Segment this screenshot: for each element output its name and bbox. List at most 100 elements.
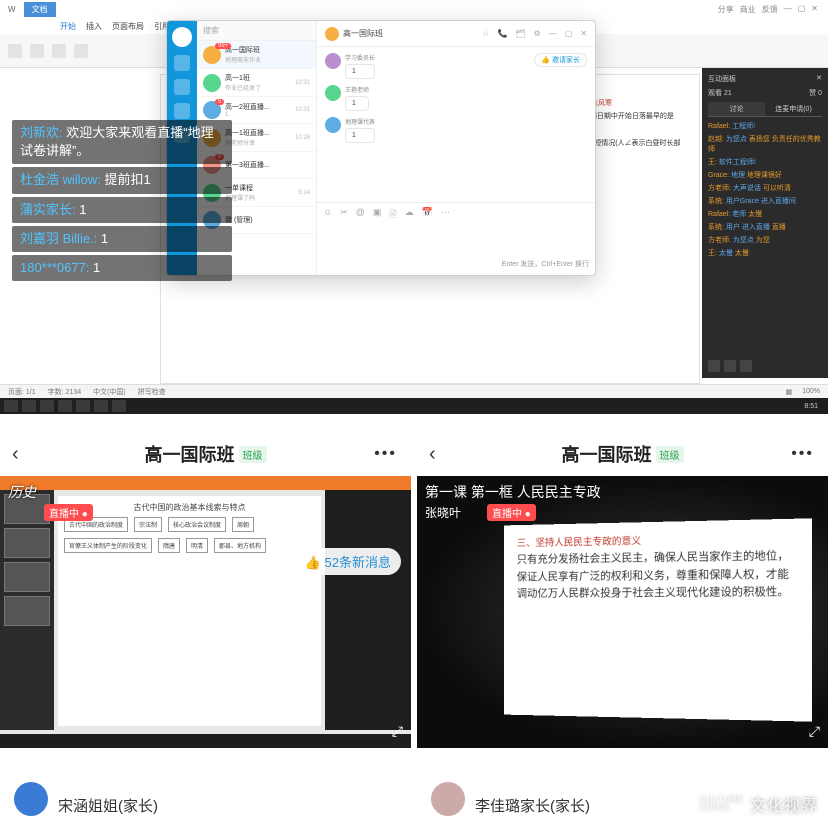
- windows-taskbar: 8:51: [0, 398, 828, 414]
- panel-line: 王: 太慢 太慢: [708, 248, 822, 258]
- cloud-icon[interactable]: ☁: [405, 207, 414, 223]
- status-lang: 中文(中国): [93, 387, 126, 397]
- status-page: 页面: 1/1: [8, 387, 36, 397]
- chat-composer: ☺ ✂ @ ▣ 🗎 ☁ 📅 ⋯ Enter 发送，Ctrl+Enter 换行: [317, 202, 595, 275]
- class-tag: 班级: [239, 446, 267, 463]
- panel-line: 系统: 用户Grace 进入直播间: [708, 196, 822, 206]
- chat-header-avatar: [325, 27, 339, 41]
- wps-titlebar: W 文档 分享 商业 反馈 — ▢ ✕: [0, 0, 828, 18]
- workspace-icon[interactable]: [174, 103, 190, 119]
- commenter-avatar: [14, 782, 48, 816]
- chat-search[interactable]: 搜索: [197, 21, 316, 41]
- taskbar-clock: 8:51: [804, 403, 824, 410]
- wps-statusbar: 页面: 1/1 字数: 2134 中文(中国) 拼写检查 ▦ 100%: [0, 384, 828, 398]
- zoom-value[interactable]: 100%: [802, 388, 820, 396]
- live-comment: 刘嘉羽 Billie.: 1: [12, 226, 232, 252]
- video-area-right[interactable]: 三、坚持人民民主专政的意义 只有充分发扬社会主义民主，确保人民当家作主的地位，保…: [417, 476, 828, 748]
- concept-box: 周朝: [232, 517, 254, 532]
- live-comment: 杜金浩 willow: 提前扣1: [12, 167, 232, 193]
- chat-list-item[interactable]: 高一1班作业已经发了10:31: [197, 69, 316, 97]
- send-hint: Enter 发送，Ctrl+Enter 换行: [323, 259, 589, 269]
- teacher-name: 张晓叶: [425, 504, 461, 521]
- calendar-icon[interactable]: 📅: [422, 207, 433, 223]
- contacts-icon[interactable]: [174, 79, 190, 95]
- image-icon[interactable]: [724, 360, 736, 372]
- ribbon-style[interactable]: [74, 44, 88, 58]
- start-icon[interactable]: [4, 400, 18, 412]
- chat-message: 地理课代表1: [325, 117, 587, 143]
- close-panel-icon[interactable]: ✕: [816, 74, 822, 84]
- invite-pill[interactable]: 👍 邀请家长: [534, 53, 587, 67]
- task-app[interactable]: [58, 400, 72, 412]
- chat-input[interactable]: [323, 223, 589, 259]
- chat-main: 高一国际班 ☆ 📞 🗂 ⚙ — ▢ ✕ 👍 邀请家长 学习委员长1王艳老师1地理…: [317, 21, 595, 275]
- menu-insert[interactable]: 插入: [86, 21, 102, 32]
- watermark: CULTURECHINA 文化视界: [700, 792, 818, 816]
- ribbon-para[interactable]: [52, 44, 66, 58]
- chat-message: 王艳老师1: [325, 85, 587, 111]
- clip-icon[interactable]: ✂: [340, 207, 348, 223]
- more-icon[interactable]: [740, 360, 752, 372]
- mobile-card-right: ‹ 高一国际班 班级 ••• 三、坚持人民民主专政的意义 只有充分发扬社会主义民…: [417, 432, 828, 828]
- mobile-card-left: ‹ 高一国际班 班级 ••• 古代中国的政治基本线索与特点 古代中国的政治制度宗…: [0, 432, 411, 828]
- video-area-left[interactable]: 古代中国的政治基本线索与特点 古代中国的政治制度宗法制核心政治会议制度周朝官僚王…: [0, 476, 411, 748]
- expand-icon[interactable]: ⤢: [809, 723, 820, 740]
- emoji-icon[interactable]: [708, 360, 720, 372]
- close2-icon[interactable]: ✕: [580, 29, 587, 38]
- back-icon[interactable]: ‹: [12, 443, 19, 466]
- concept-box: 明清: [186, 538, 208, 553]
- more-button[interactable]: •••: [374, 445, 397, 463]
- phone-icon[interactable]: 📞: [497, 29, 507, 38]
- share-button[interactable]: 分享: [718, 4, 734, 15]
- slide-body: 只有充分发扬社会主义民主，确保人民当家作主的地位，保证人民享有广泛的权利和义务，…: [517, 548, 798, 604]
- tab-mic[interactable]: 连麦申请(0): [765, 102, 822, 116]
- concept-box: 官僚王义体制产生的阶段变化: [64, 538, 152, 553]
- panel-line: 方老师: 为您点 为您: [708, 235, 822, 245]
- live-comments: 刘新欢: 欢迎大家来观看直播“地理试卷讲解”。杜金浩 willow: 提前扣1 蒲…: [12, 120, 232, 284]
- status-words: 字数: 2134: [48, 387, 81, 397]
- back-icon[interactable]: ‹: [429, 443, 436, 466]
- max2-icon[interactable]: ▢: [565, 29, 573, 38]
- max-icon[interactable]: ▢: [798, 4, 806, 15]
- panel-line: 方老师: 大声说话 可以听清: [708, 183, 822, 193]
- chat-list-item[interactable]: 99+高一国际班地理周末作业: [197, 41, 316, 69]
- biz-button[interactable]: 商业: [740, 4, 756, 15]
- star-icon[interactable]: ☆: [482, 29, 489, 38]
- lesson-title: 第一课 第一框 人民民主专政: [425, 482, 601, 502]
- live-comment: 蒲实家长: 1: [12, 197, 232, 223]
- pic-icon[interactable]: ▣: [373, 207, 382, 223]
- tab-discuss[interactable]: 讨论: [708, 102, 765, 116]
- live-comment: 刘新欢: 欢迎大家来观看直播“地理试卷讲解”。: [12, 120, 232, 164]
- min2-icon[interactable]: —: [549, 29, 557, 38]
- settings-icon[interactable]: ⚙: [534, 29, 541, 38]
- chat-icon[interactable]: [174, 55, 190, 71]
- projected-slide: 三、坚持人民民主专政的意义 只有充分发扬社会主义民主，确保人民当家作主的地位，保…: [504, 518, 812, 721]
- task-app[interactable]: [22, 400, 36, 412]
- chat-messages: 学习委员长1王艳老师1地理课代表1: [317, 47, 595, 202]
- task-app[interactable]: [94, 400, 108, 412]
- task-app[interactable]: [112, 400, 126, 412]
- task-app[interactable]: [76, 400, 90, 412]
- wps-logo: W: [0, 3, 24, 16]
- min-icon[interactable]: —: [784, 4, 792, 15]
- menu-layout[interactable]: 页面布局: [112, 21, 144, 32]
- expand-icon[interactable]: ⤢: [392, 723, 403, 740]
- emoji2-icon[interactable]: ☺: [323, 207, 332, 223]
- concept-box: 郡县、地方机构: [214, 538, 266, 553]
- close-icon[interactable]: ✕: [811, 4, 818, 15]
- task-app[interactable]: [40, 400, 54, 412]
- concept-box: 隋唐: [158, 538, 180, 553]
- new-message-pill[interactable]: 👍 52条新消息: [295, 548, 401, 575]
- more-button[interactable]: •••: [791, 445, 814, 463]
- feedback-button[interactable]: 反馈: [762, 4, 778, 15]
- user-avatar[interactable]: [172, 27, 192, 47]
- at-icon[interactable]: @: [356, 207, 365, 223]
- file-icon[interactable]: 🗎: [389, 207, 396, 223]
- folder-icon[interactable]: 🗂: [515, 29, 525, 38]
- ribbon-paste[interactable]: [8, 44, 22, 58]
- menu-start[interactable]: 开始: [60, 21, 76, 32]
- ribbon-font[interactable]: [30, 44, 44, 58]
- wps-doc-tab[interactable]: 文档: [24, 2, 56, 17]
- dots-icon[interactable]: ⋯: [441, 207, 450, 223]
- view-mode-icon[interactable]: ▦: [785, 388, 792, 396]
